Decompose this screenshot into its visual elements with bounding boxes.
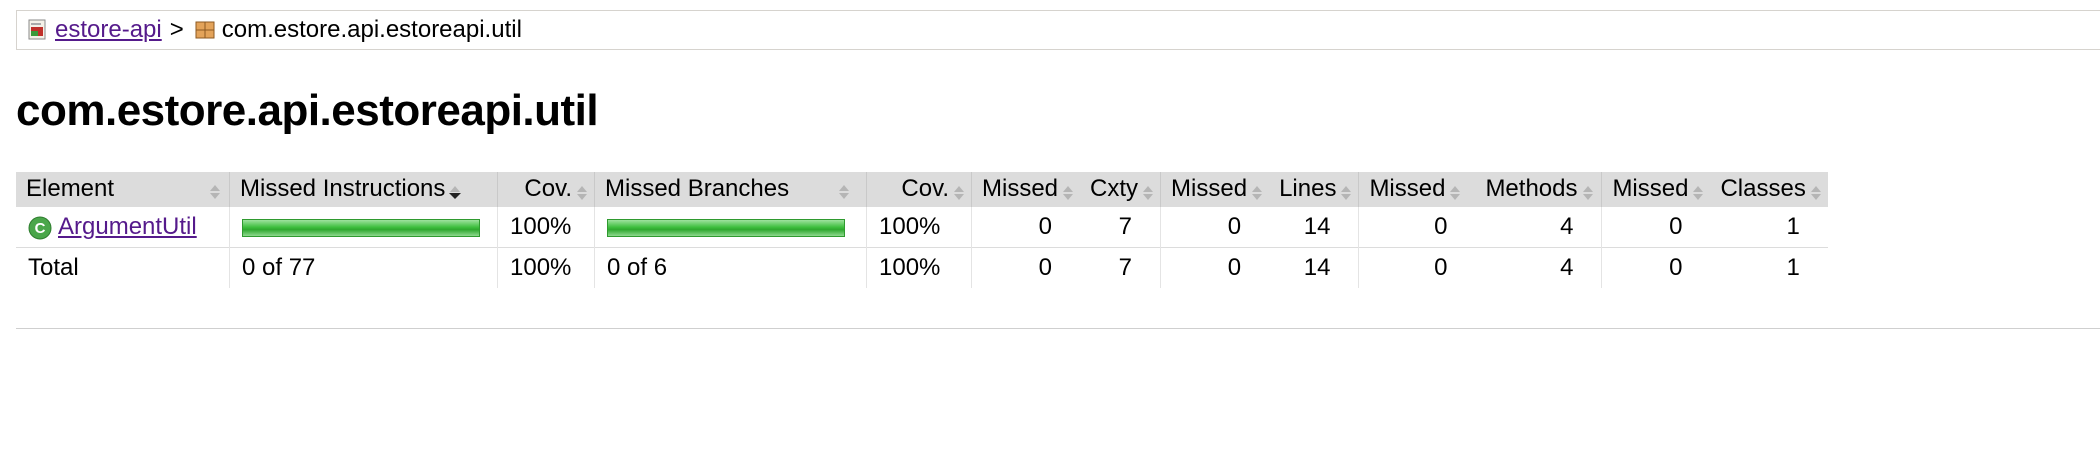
cell-branches-cov: 100% [866,206,972,248]
sort-icon [838,180,850,199]
breadcrumb-separator: > [169,16,184,43]
header-cov-label: Cov. [524,175,572,202]
header-missed-label: Missed [982,175,1059,202]
cell-total-branches-cov: 100% [866,247,972,288]
cell-classes: 1 [1710,206,1828,248]
header-instructions-cov[interactable]: Cov. [497,172,595,207]
header-missed-methods[interactable]: Missed [1358,172,1476,207]
header-cov-label: Cov. [901,175,949,202]
cell-missed-cxty: 0 [971,206,1081,248]
coverage-table: Element Missed Instructions Cov. Missed … [16,172,1828,288]
header-missed-cxty[interactable]: Missed [971,172,1081,207]
cell-total-classes: 1 [1710,247,1828,288]
table-header-row: Element Missed Instructions Cov. Missed … [16,172,1828,207]
header-missed-instructions-label: Missed Instructions [240,175,446,202]
element-link-argumentutil[interactable]: ArgumentUtil [58,213,197,240]
page-title: com.estore.api.estoreapi.util [16,86,599,135]
header-missed-label: Missed [1612,175,1689,202]
footer-divider [16,328,2100,329]
cell-instructions-bar [229,206,498,248]
class-icon: C [28,216,52,240]
cell-total-instructions: 0 of 77 [229,247,498,288]
cell-missed-methods: 0 [1358,206,1476,248]
header-element-label: Element [26,175,115,202]
report-icon [27,19,49,41]
cell-missed-lines: 0 [1160,206,1270,248]
instructions-coverage-bar [242,218,480,237]
cell-total-missed-classes: 0 [1601,247,1711,288]
header-methods[interactable]: Methods [1475,172,1602,207]
cell-total-cxty: 7 [1080,247,1161,288]
sort-icon [576,181,588,200]
sort-icon [1810,181,1822,200]
header-missed-branches-label: Missed Branches [605,175,790,202]
header-missed-label: Missed [1369,175,1446,202]
sort-icon [1251,181,1263,200]
header-element[interactable]: Element [16,172,230,207]
svg-text:C: C [35,220,46,237]
header-classes[interactable]: Classes [1710,172,1828,207]
header-missed-instructions[interactable]: Missed Instructions [229,172,498,207]
cell-total-missed-lines: 0 [1160,247,1270,288]
breadcrumb-link-estore-api[interactable]: estore-api [55,16,162,44]
header-branches-cov[interactable]: Cov. [866,172,972,207]
cell-total-instructions-cov: 100% [497,247,595,288]
cell-total-missed-cxty: 0 [971,247,1081,288]
cell-total-lines: 14 [1269,247,1359,288]
header-cxty[interactable]: Cxty [1080,172,1161,207]
sort-icon [1582,181,1594,200]
cell-element: C ArgumentUtil [16,206,230,248]
breadcrumb: estore-api > com.estore.api.estoreapi.ut… [16,10,2100,50]
table-row: C ArgumentUtil 100% 100% 0 7 0 14 0 4 0 … [16,206,1828,248]
sort-icon [1062,181,1074,200]
header-missed-branches[interactable]: Missed Branches [594,172,867,207]
header-missed-label: Missed [1171,175,1248,202]
sort-icon [1692,181,1704,200]
sort-icon [1340,181,1352,200]
package-icon [194,19,216,41]
sort-icon [1142,181,1154,200]
sort-icon [209,180,221,199]
cell-branches-bar [594,206,867,248]
sort-down-icon [449,181,462,199]
header-missed-lines[interactable]: Missed [1160,172,1270,207]
sort-icon [953,181,965,200]
cell-cxty: 7 [1080,206,1161,248]
cell-instructions-cov: 100% [497,206,595,248]
breadcrumb-current: com.estore.api.estoreapi.util [221,16,522,43]
cell-methods: 4 [1475,206,1602,248]
header-methods-label: Methods [1485,175,1578,202]
total-row: Total 0 of 77 100% 0 of 6 100% 0 7 0 14 … [16,247,1828,288]
header-lines-label: Lines [1279,175,1337,202]
header-classes-label: Classes [1720,175,1806,202]
sort-icon [1449,181,1461,200]
header-cxty-label: Cxty [1090,175,1139,202]
cell-total-label: Total [16,247,230,288]
header-lines[interactable]: Lines [1269,172,1359,207]
cell-total-methods: 4 [1475,247,1602,288]
cell-total-missed-methods: 0 [1358,247,1476,288]
cell-missed-classes: 0 [1601,206,1711,248]
cell-total-branches: 0 of 6 [594,247,867,288]
branches-coverage-bar [607,218,845,237]
cell-lines: 14 [1269,206,1359,248]
header-missed-classes[interactable]: Missed [1601,172,1711,207]
